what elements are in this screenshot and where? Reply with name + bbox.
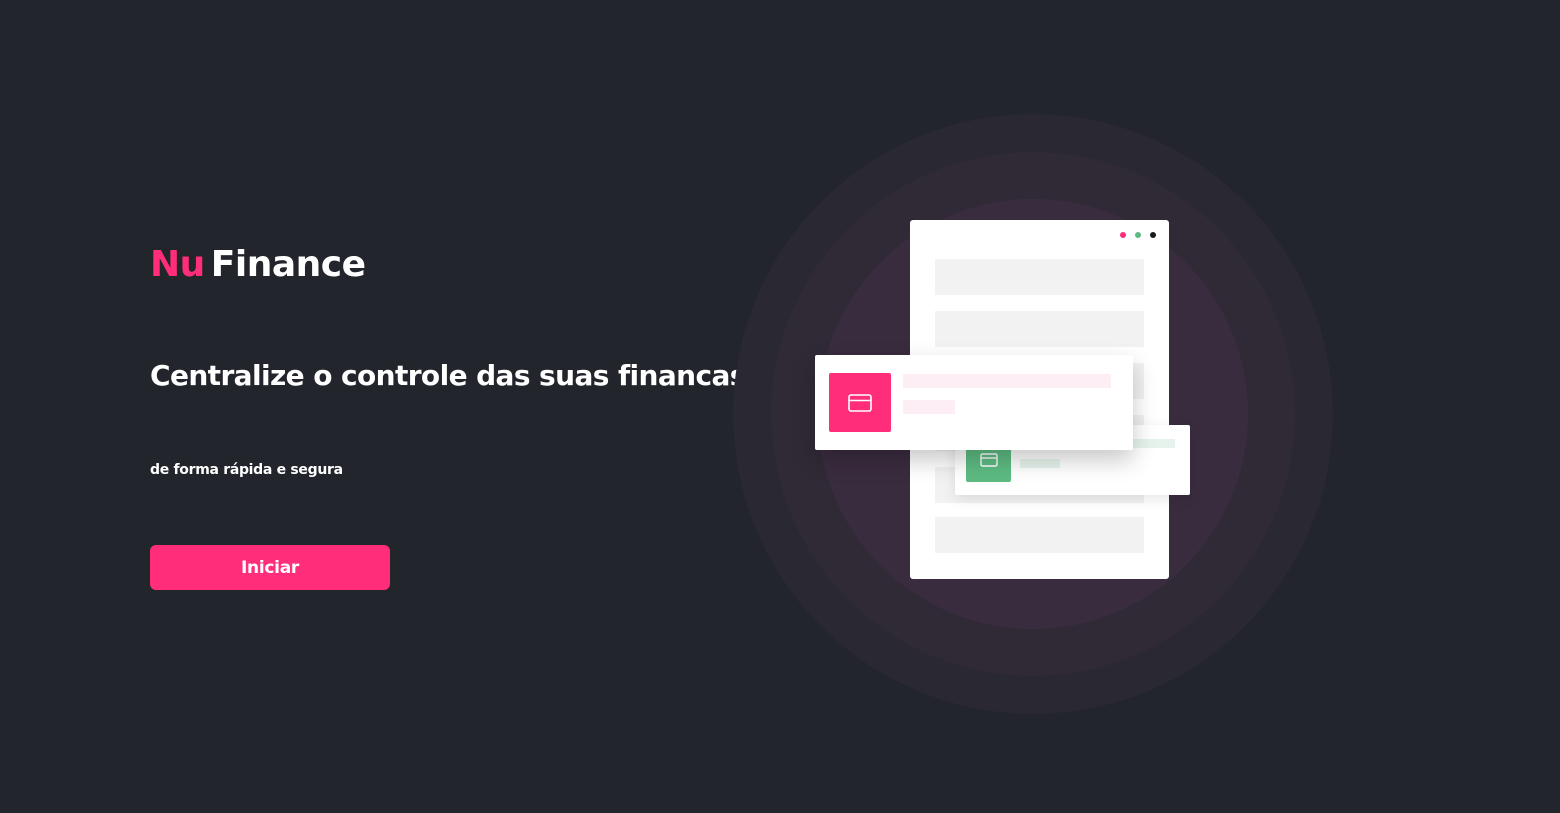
brand-logo-nu: Nu xyxy=(150,244,205,285)
brand-logo-finance: Finance xyxy=(210,244,366,285)
illustration-card-primary xyxy=(815,355,1133,450)
landing-page: Nu Finance Centralize o controle das suas… xyxy=(0,0,1560,813)
document-row-placeholder xyxy=(935,259,1144,295)
card-line-placeholder xyxy=(903,374,1111,388)
card-line-placeholder xyxy=(1020,459,1060,468)
hero-subline: de forma rápida e segura xyxy=(150,462,343,478)
hero-headline: Centralize o controle das suas financas xyxy=(150,359,746,392)
credit-card-icon xyxy=(829,373,891,432)
brand-logo: Nu Finance xyxy=(150,241,366,289)
document-row-placeholder xyxy=(935,311,1144,347)
illustration-window-dots xyxy=(1120,232,1156,238)
start-button[interactable]: Iniciar xyxy=(150,545,390,590)
card-line-placeholder xyxy=(903,400,955,414)
window-dot-black xyxy=(1150,232,1156,238)
window-dot-pink xyxy=(1120,232,1126,238)
document-row-placeholder xyxy=(935,517,1144,553)
window-dot-green xyxy=(1135,232,1141,238)
